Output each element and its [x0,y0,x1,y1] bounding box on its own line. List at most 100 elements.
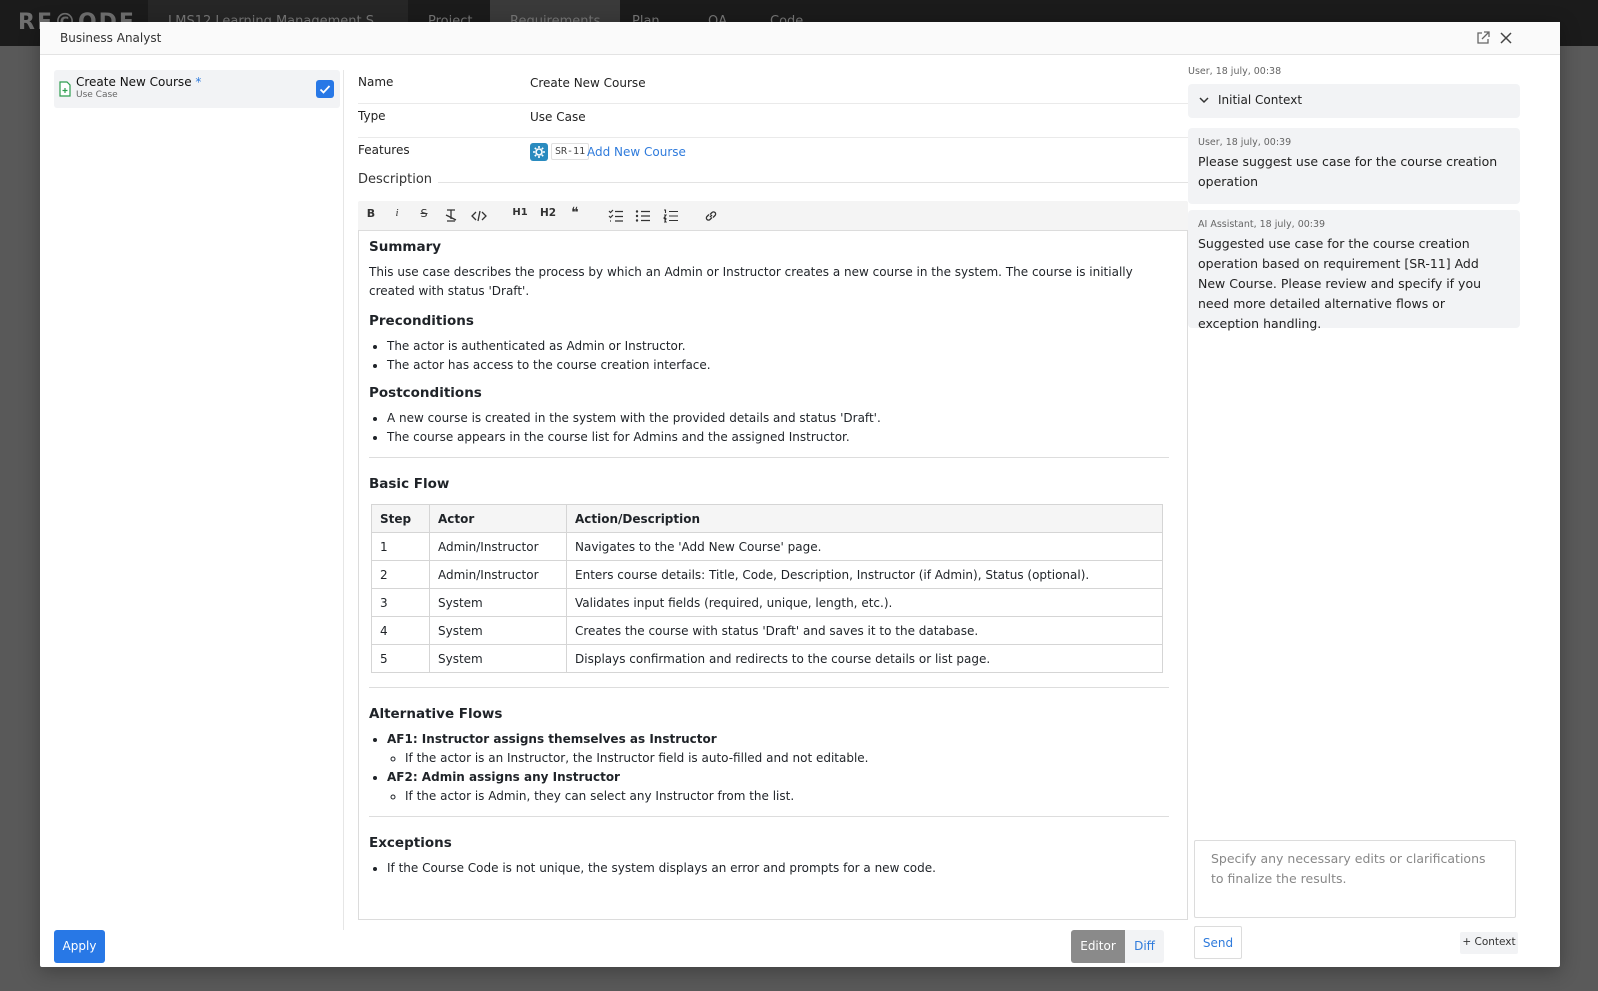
type-value[interactable]: Use Case [530,110,586,124]
list-item: A new course is created in the system wi… [387,409,1169,428]
summary-paragraph: This use case describes the process by w… [369,265,1133,298]
bullet-list-icon[interactable] [635,209,651,223]
table-row: 4 System Creates the course with status 'D… [371,616,1163,645]
item-title: Create New Course * [76,75,202,89]
basic-flow-heading: Basic Flow [369,476,450,492]
description-label: Description [358,172,433,187]
table-cell: 3 [371,588,430,617]
background-sidebar [0,46,40,991]
modal-footer: Apply Editor Diff [40,930,1180,967]
bold-button[interactable]: B [364,207,378,225]
list-item: The actor has access to the course creat… [387,356,1169,375]
apply-button[interactable]: Apply [54,930,105,963]
list-item: The course appears in the course list fo… [387,428,1169,447]
table-cell: Validates input fields (required, unique… [566,588,1163,617]
message-timestamp: AI Assistant, 18 july, 00:39 [1198,219,1326,230]
message-text: Please suggest use case for the course c… [1198,154,1498,189]
table-cell: 4 [371,616,430,645]
unsaved-marker: * [195,75,202,89]
table-cell: 5 [371,644,430,673]
modal-title: Business Analyst [60,31,162,45]
modal-header: Business Analyst [40,22,1560,55]
item-type: Use Case [76,90,118,100]
table-cell: Enters course details: Title, Code, Desc… [566,560,1163,589]
preconditions-list: The actor is authenticated as Admin or I… [387,337,1169,375]
editor-toolbar: B i S H1 H2 ❝ [358,201,1188,230]
document-plus-icon [59,81,71,97]
item-list-panel: Create New Course * Use Case [54,70,344,930]
chevron-down-icon [1199,97,1209,104]
name-row: Name Create New Course [358,70,1200,104]
close-icon[interactable] [1498,30,1514,46]
link-icon[interactable] [704,209,718,223]
code-icon[interactable] [471,209,487,223]
clear-format-icon[interactable] [444,209,458,223]
divider [369,687,1169,688]
table-cell: Admin/Instructor [429,532,567,561]
exceptions-list: If the Course Code is not unique, the sy… [387,859,1169,878]
alt-flow-title: AF2: Admin assigns any Instructor [387,770,620,784]
postconditions-list: A new course is created in the system wi… [387,409,1169,447]
type-label: Type [358,109,386,123]
chat-input[interactable]: Specify any necessary edits or clarifica… [1194,840,1516,918]
strikethrough-button[interactable]: S [417,207,431,225]
feature-id-badge: SR-11 [551,143,590,160]
table-header-row: Step Actor Action/Description [371,504,1163,533]
table-cell: System [429,588,567,617]
list-item-create-new-course[interactable]: Create New Course * Use Case [54,70,340,108]
column-header-step: Step [371,504,430,533]
chat-panel: User, 18 july, 00:38 Initial Context Use… [1188,62,1530,967]
gear-icon [530,143,548,161]
table-cell: 1 [371,532,430,561]
initial-context-toggle[interactable]: Initial Context [1188,84,1520,118]
blockquote-button[interactable]: ❝ [567,205,583,223]
editor-tab-button[interactable]: Editor [1071,930,1125,963]
list-item: If the actor is an Instructor, the Instr… [405,749,1169,768]
alternative-flows-heading: Alternative Flows [369,706,503,722]
basic-flow-table: Step Actor Action/Description 1 Admin/Ins… [371,504,1163,673]
table-row: 3 System Validates input fields (required,… [371,588,1163,617]
chat-message-assistant: AI Assistant, 18 july, 00:39 Suggested u… [1188,210,1520,331]
list-item: The actor is authenticated as Admin or I… [387,337,1169,356]
features-label: Features [358,143,410,157]
send-button[interactable]: Send [1194,926,1242,959]
postconditions-heading: Postconditions [369,385,482,401]
business-analyst-modal: Business Analyst Create New Course * Use… [40,22,1560,967]
exceptions-heading: Exceptions [369,835,452,851]
table-cell: Creates the course with status 'Draft' a… [566,616,1163,645]
column-header-action: Action/Description [566,504,1163,533]
list-item: AF2: Admin assigns any Instructor If the… [387,768,1169,806]
description-divider [438,182,1200,183]
name-value[interactable]: Create New Course [530,76,646,90]
table-cell: Navigates to the 'Add New Course' page. [566,532,1163,561]
divider [369,457,1169,458]
feature-link[interactable]: Add New Course [587,145,686,159]
editor-content: Summary This use case describes the proc… [369,239,1169,888]
open-external-icon[interactable] [1475,30,1491,46]
alternative-flows-list: AF1: Instructor assigns themselves as In… [387,730,1169,806]
diff-tab-button[interactable]: Diff [1125,930,1164,963]
chat-message-user: User, 18 july, 00:39 Please suggest use … [1188,128,1520,204]
table-row: 1 Admin/Instructor Navigates to the 'Add N… [371,532,1163,561]
table-row: 5 System Displays confirmation and redirec… [371,644,1163,673]
description-editor[interactable]: Summary This use case describes the proc… [358,230,1188,920]
preconditions-heading: Preconditions [369,313,474,329]
task-list-icon[interactable] [608,209,624,223]
details-panel: Name Create New Course Type Use Case Fea… [358,70,1200,920]
table-cell: Displays confirmation and redirects to t… [566,644,1163,673]
table-cell: Admin/Instructor [429,560,567,589]
heading1-button[interactable]: H1 [511,207,529,225]
heading2-button[interactable]: H2 [539,207,557,225]
table-cell: 2 [371,560,430,589]
add-context-button[interactable]: + Context [1460,932,1518,954]
type-row: Type Use Case [358,104,1200,138]
context-timestamp: User, 18 july, 00:38 [1188,66,1282,77]
message-text: Suggested use case for the course creati… [1198,236,1482,331]
item-checkbox[interactable] [316,80,334,98]
numbered-list-icon[interactable] [663,209,679,223]
list-item: AF1: Instructor assigns themselves as In… [387,730,1169,768]
divider [369,816,1169,817]
list-item: If the actor is Admin, they can select a… [405,787,1169,806]
italic-button[interactable]: i [390,207,404,225]
table-cell: System [429,644,567,673]
